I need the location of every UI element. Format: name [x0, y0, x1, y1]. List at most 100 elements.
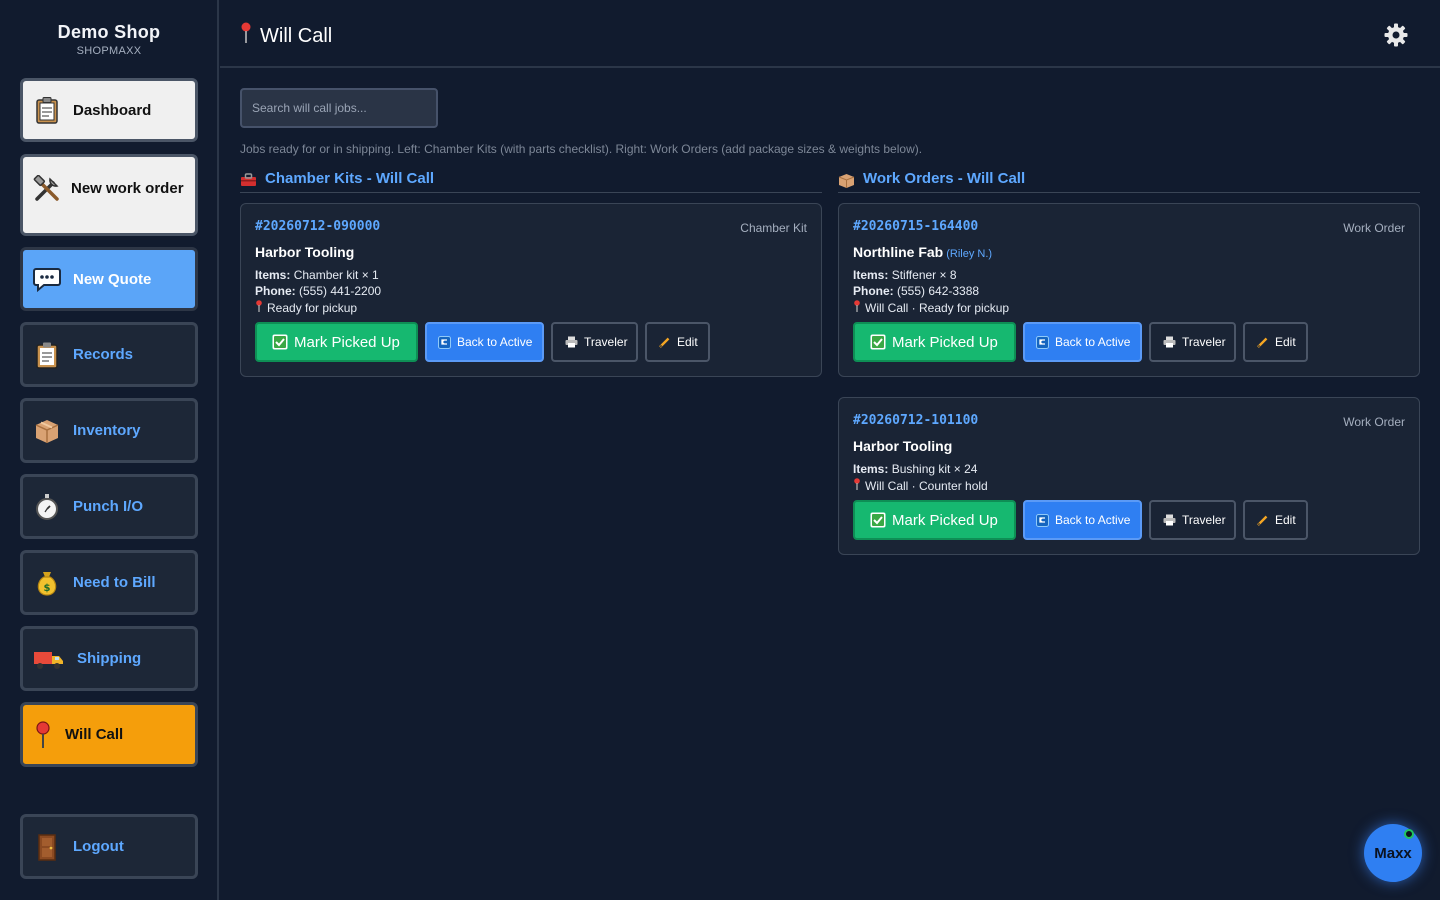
- door-icon: [33, 833, 61, 861]
- card-actions: Mark Picked Up Back to Active Traveler E…: [255, 322, 710, 362]
- maxx-assistant-label: Maxx: [1374, 844, 1412, 862]
- nav-new-work-order-label: New work order: [71, 179, 184, 197]
- work-order-card[interactable]: #20260715-164400 Work Order Northline Fa…: [838, 203, 1420, 377]
- clipboard-icon: [33, 96, 61, 124]
- status-text: Ready for pickup: [267, 301, 358, 315]
- back-to-active-button[interactable]: Back to Active: [1023, 322, 1142, 362]
- brand: Demo Shop SHOPMAXX: [0, 22, 218, 57]
- truck-icon: [33, 645, 65, 673]
- customer-name: Northline Fab (Riley N.): [853, 244, 992, 260]
- nav-will-call[interactable]: Will Call: [20, 702, 198, 767]
- money-bag-icon: $: [33, 569, 61, 597]
- brand-subtitle: SHOPMAXX: [76, 45, 142, 57]
- nav-records-label: Records: [73, 346, 134, 363]
- nav-inventory[interactable]: Inventory: [20, 398, 198, 463]
- mark-picked-up-label: Mark Picked Up: [892, 511, 998, 529]
- edit-button[interactable]: Edit: [1243, 500, 1308, 540]
- status-text: Will Call · Ready for pickup: [865, 301, 1010, 315]
- status-line: Will Call · Counter hold: [853, 478, 988, 493]
- job-number[interactable]: #20260715-164400: [853, 219, 978, 234]
- nav-records[interactable]: Records: [20, 322, 198, 387]
- card-actions: Mark Picked Up Back to Active Traveler E…: [853, 500, 1308, 540]
- customer-contact: (Riley N.): [946, 248, 993, 260]
- nav-need-to-bill[interactable]: $ Need to Bill: [20, 550, 198, 615]
- chamber-kits-heading-text: Chamber Kits - Will Call: [265, 170, 435, 187]
- nav-new-quote-label: New Quote: [73, 270, 152, 288]
- job-type: Chamber Kit: [740, 221, 807, 235]
- edit-label: Edit: [1275, 335, 1296, 349]
- traveler-button[interactable]: Traveler: [551, 322, 638, 362]
- back-to-active-button[interactable]: Back to Active: [1023, 500, 1142, 540]
- brand-name: Demo Shop: [57, 22, 161, 42]
- check-icon: [870, 334, 886, 350]
- job-number[interactable]: #20260712-090000: [255, 219, 380, 234]
- printer-icon: [565, 336, 578, 348]
- customer-name: Harbor Tooling: [853, 438, 952, 454]
- phone-value: (555) 642-3388: [897, 284, 980, 298]
- top-bar: Will Call: [220, 0, 1440, 68]
- nav-inventory-label: Inventory: [73, 422, 141, 439]
- gear-icon[interactable]: [1384, 23, 1408, 47]
- return-arrow-icon: [438, 335, 451, 349]
- job-type: Work Order: [1343, 221, 1405, 235]
- nav-punch[interactable]: Punch I/O: [20, 474, 198, 539]
- package-icon: [33, 417, 61, 445]
- speech-bubble-icon: [33, 265, 61, 293]
- chamber-kit-card[interactable]: #20260712-090000 Chamber Kit Harbor Tool…: [240, 203, 822, 377]
- customer-name-text: Harbor Tooling: [255, 244, 355, 260]
- clipboard-icon: [33, 341, 61, 369]
- printer-icon: [1163, 514, 1176, 526]
- nav-new-work-order[interactable]: New work order: [20, 154, 198, 236]
- pencil-icon: [659, 336, 671, 348]
- back-to-active-label: Back to Active: [457, 335, 533, 349]
- items-label: Items:: [853, 268, 889, 282]
- customer-name: Harbor Tooling: [255, 244, 354, 260]
- mark-picked-up-button[interactable]: Mark Picked Up: [255, 322, 418, 362]
- phone-label: Phone:: [255, 284, 296, 298]
- pencil-icon: [1257, 336, 1269, 348]
- nav-logout[interactable]: Logout: [20, 814, 198, 879]
- back-to-active-button[interactable]: Back to Active: [425, 322, 544, 362]
- back-to-active-label: Back to Active: [1055, 513, 1131, 527]
- job-number[interactable]: #20260712-101100: [853, 413, 978, 428]
- page-hint: Jobs ready for or in shipping. Left: Cha…: [240, 142, 923, 156]
- nav-need-to-bill-label: Need to Bill: [73, 574, 156, 591]
- nav-shipping[interactable]: Shipping: [20, 626, 198, 691]
- work-orders-heading-text: Work Orders - Will Call: [863, 170, 1026, 187]
- status-line: Ready for pickup: [255, 300, 357, 315]
- pushpin-icon: [240, 22, 252, 50]
- phone-value: (555) 441-2200: [299, 284, 382, 298]
- phone-label: Phone:: [853, 284, 894, 298]
- pushpin-icon: [255, 300, 263, 315]
- traveler-button[interactable]: Traveler: [1149, 322, 1236, 362]
- return-arrow-icon: [1036, 513, 1049, 527]
- traveler-label: Traveler: [584, 335, 628, 349]
- pencil-icon: [1257, 514, 1269, 526]
- edit-label: Edit: [1275, 513, 1296, 527]
- customer-name-text: Northline Fab: [853, 244, 944, 260]
- edit-button[interactable]: Edit: [645, 322, 710, 362]
- search-input[interactable]: [240, 88, 438, 128]
- items-value: Bushing kit × 24: [891, 462, 978, 476]
- maxx-assistant-button[interactable]: Maxx: [1364, 824, 1422, 882]
- edit-label: Edit: [677, 335, 698, 349]
- edit-button[interactable]: Edit: [1243, 322, 1308, 362]
- mark-picked-up-button[interactable]: Mark Picked Up: [853, 500, 1016, 540]
- traveler-label: Traveler: [1182, 513, 1226, 527]
- toolbox-icon: [240, 173, 257, 191]
- work-order-card[interactable]: #20260712-101100 Work Order Harbor Tooli…: [838, 397, 1420, 555]
- sidebar: Demo Shop SHOPMAXX Dashboard New work or…: [0, 0, 219, 900]
- traveler-button[interactable]: Traveler: [1149, 500, 1236, 540]
- return-arrow-icon: [1036, 335, 1049, 349]
- items-label: Items:: [255, 268, 291, 282]
- mark-picked-up-label: Mark Picked Up: [892, 333, 998, 351]
- items-value: Stiffener × 8: [891, 268, 957, 282]
- job-type: Work Order: [1343, 415, 1405, 429]
- traveler-label: Traveler: [1182, 335, 1226, 349]
- mark-picked-up-button[interactable]: Mark Picked Up: [853, 322, 1016, 362]
- nav-new-quote[interactable]: New Quote: [20, 247, 198, 311]
- printer-icon: [1163, 336, 1176, 348]
- customer-name-text: Harbor Tooling: [853, 438, 953, 454]
- mark-picked-up-label: Mark Picked Up: [294, 333, 400, 351]
- nav-dashboard[interactable]: Dashboard: [20, 78, 198, 142]
